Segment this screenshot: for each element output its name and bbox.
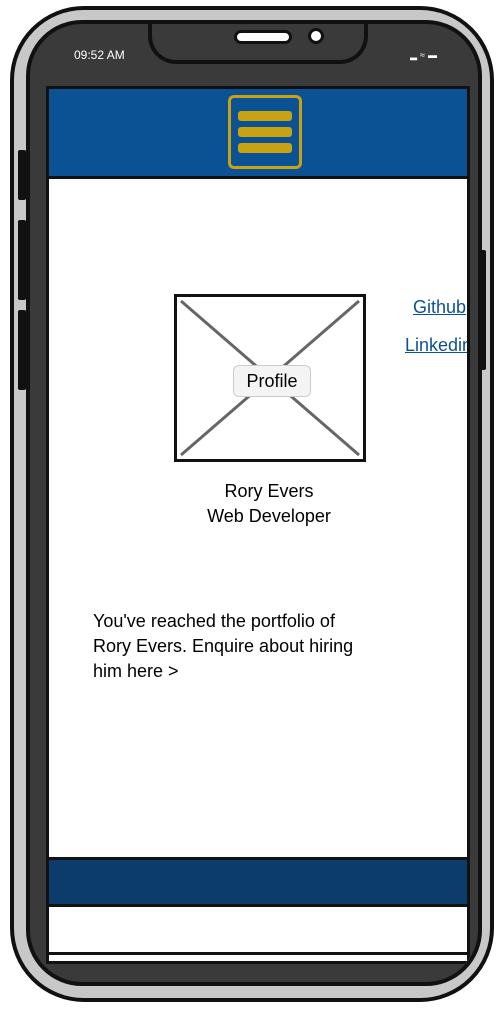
top-nav: [49, 89, 467, 179]
hamburger-menu-icon[interactable]: [228, 95, 302, 169]
volume-up-button: [18, 220, 26, 300]
profile-name: Rory Evers: [224, 481, 314, 501]
intro-text[interactable]: You've reached the portfolio of Rory Eve…: [93, 609, 423, 684]
speaker-icon: [234, 30, 292, 44]
bottom-nav: [49, 857, 467, 907]
signal-icon: ▂: [410, 50, 421, 60]
camera-icon: [308, 28, 324, 44]
profile-caption: Rory Evers Web Developer: [149, 479, 389, 529]
intro-line: Rory Evers. Enquire about hiring: [93, 636, 354, 656]
menu-bar: [238, 127, 292, 137]
status-time: 09:52 AM: [74, 48, 125, 62]
battery-icon: ▬: [428, 50, 440, 60]
footer-strip: [49, 907, 467, 955]
intro-line: You've reached the portfolio of: [93, 611, 335, 631]
github-link[interactable]: Github: [413, 297, 466, 318]
volume-down-button: [18, 310, 26, 390]
app-screen: Profile Rory Evers Web Developer Github …: [46, 86, 470, 964]
status-icons: ▂≈▬: [410, 50, 440, 61]
notch: [148, 24, 368, 64]
menu-bar: [238, 111, 292, 121]
mute-switch: [18, 150, 26, 200]
phone-frame: 09:52 AM ▂≈▬ Profile Rory Evers Web Deve…: [26, 20, 482, 986]
profile-role: Web Developer: [207, 506, 331, 526]
menu-bar: [238, 143, 292, 153]
intro-line: him here >: [93, 661, 179, 681]
wifi-icon: ≈: [420, 50, 428, 60]
profile-image-label: Profile: [233, 365, 311, 397]
linkedin-link[interactable]: Linkedin: [405, 335, 467, 356]
profile-image-placeholder: Profile: [174, 294, 366, 462]
